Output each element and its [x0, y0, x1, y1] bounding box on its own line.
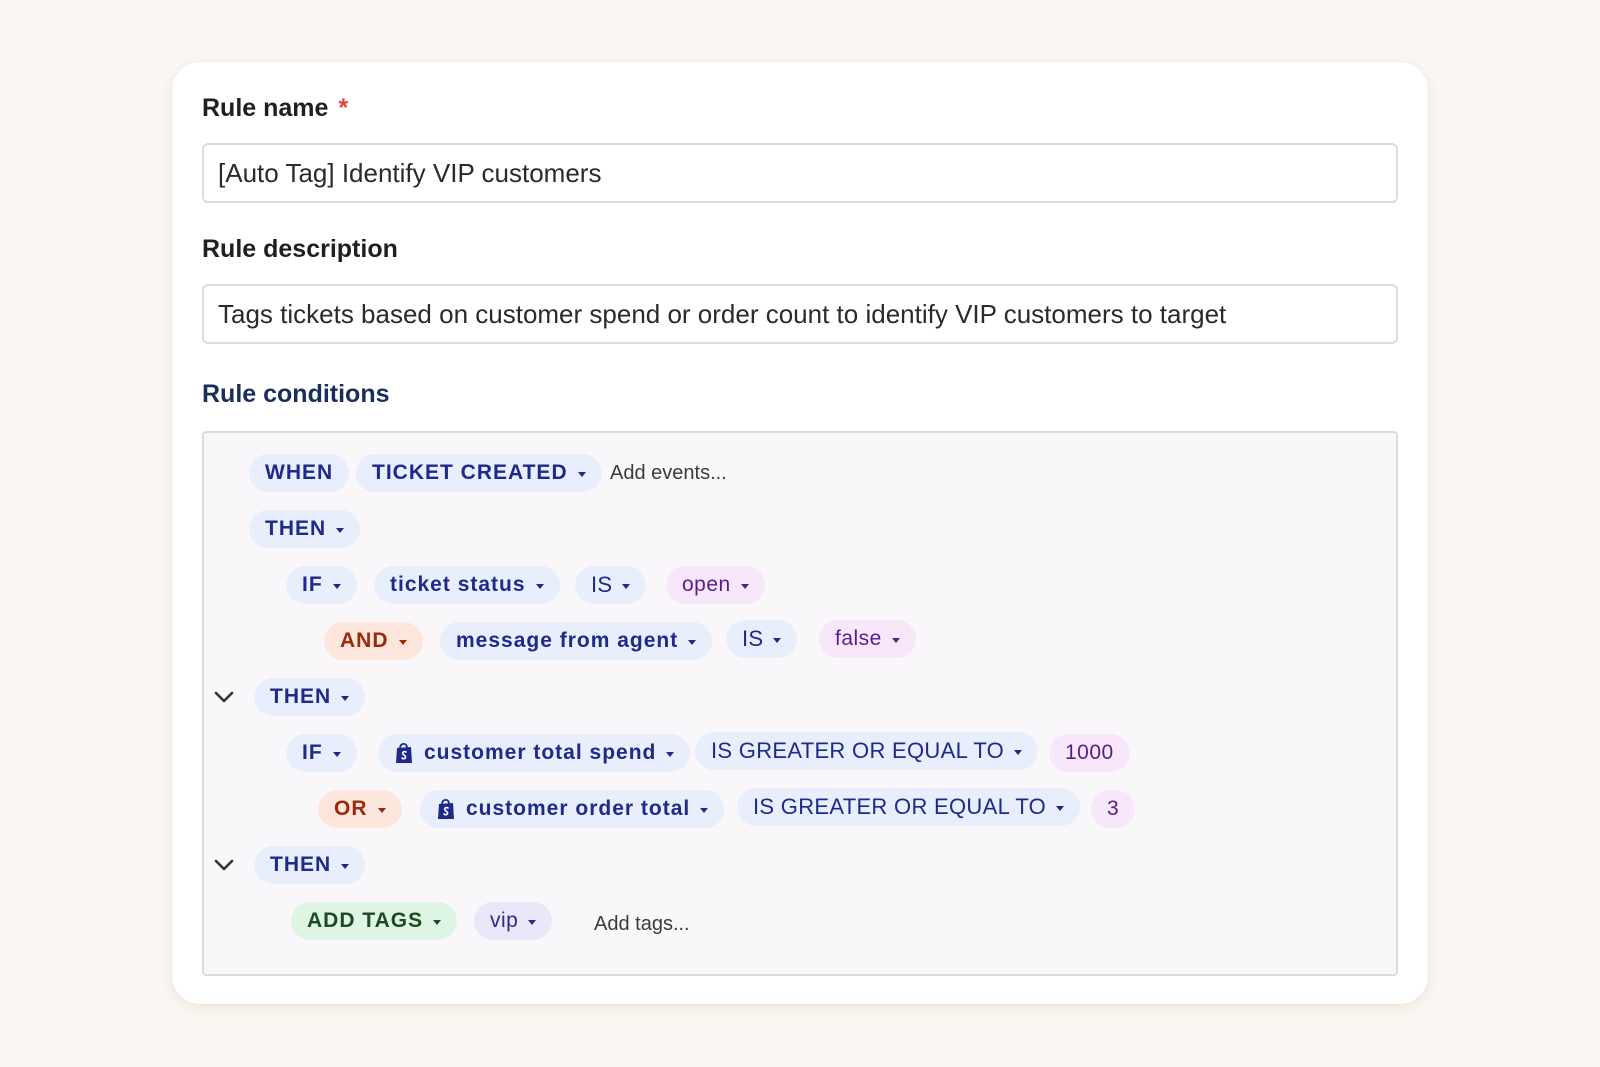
required-asterisk: * — [338, 94, 349, 122]
shopify-bag-icon — [438, 798, 454, 819]
value-label: open — [682, 573, 731, 596]
operator-label: IS GREATER OR EQUAL TO — [711, 738, 1005, 763]
value-dropdown-open[interactable]: open — [666, 566, 765, 604]
rule-description-input[interactable] — [202, 284, 1398, 344]
then-label: THEN — [270, 685, 332, 708]
then-dropdown-3[interactable]: THEN — [254, 846, 366, 884]
rule-editor-card: Rule name * Rule description Rule conditi… — [172, 62, 1428, 1004]
operator-dropdown-2[interactable]: IS — [726, 620, 798, 658]
caret-down-icon — [773, 637, 782, 643]
if-dropdown-2[interactable]: IF — [286, 734, 357, 772]
caret-down-icon — [341, 695, 350, 701]
caret-down-icon — [336, 527, 345, 533]
if-label: IF — [302, 741, 323, 764]
action-dropdown-add-tags[interactable]: ADD TAGS — [291, 902, 458, 940]
caret-down-icon — [688, 639, 697, 645]
or-dropdown[interactable]: OR — [318, 790, 402, 828]
caret-down-icon — [341, 863, 350, 869]
operator-label: IS — [742, 626, 764, 651]
value-label: false — [835, 627, 882, 650]
field-dropdown-customer-total-spend[interactable]: customer total spend — [378, 734, 691, 772]
caret-down-icon — [891, 637, 900, 643]
rule-name-input[interactable] — [202, 143, 1398, 203]
tag-chip-vip[interactable]: vip — [474, 902, 553, 940]
then-dropdown-2[interactable]: THEN — [254, 678, 366, 716]
caret-down-icon — [332, 583, 341, 589]
and-label: AND — [340, 629, 389, 652]
caret-down-icon — [535, 583, 544, 589]
value-label: 1000 — [1065, 741, 1114, 764]
caret-down-icon — [666, 751, 675, 757]
operator-dropdown-1[interactable]: IS — [575, 566, 647, 604]
operator-dropdown-4[interactable]: IS GREATER OR EQUAL TO — [737, 788, 1081, 826]
caret-down-icon — [1014, 749, 1023, 755]
shopify-bag-icon — [396, 742, 412, 763]
event-label: TICKET CREATED — [372, 461, 568, 484]
then-label: THEN — [270, 853, 332, 876]
operator-dropdown-3[interactable]: IS GREATER OR EQUAL TO — [695, 732, 1039, 770]
if-dropdown-1[interactable]: IF — [286, 566, 357, 604]
caret-down-icon — [528, 919, 537, 925]
rule-description-label: Rule description — [202, 235, 398, 263]
caret-down-icon — [577, 471, 586, 477]
field-label: message from agent — [456, 629, 679, 652]
field-label: customer total spend — [424, 741, 657, 764]
and-dropdown[interactable]: AND — [324, 622, 423, 660]
chevron-down-icon[interactable] — [212, 685, 236, 709]
value-chip-3[interactable]: 3 — [1091, 790, 1136, 828]
field-label: customer order total — [466, 797, 691, 820]
value-dropdown-false[interactable]: false — [819, 620, 916, 658]
tag-label: vip — [490, 909, 519, 932]
chevron-down-icon[interactable] — [212, 853, 236, 877]
add-tags-input[interactable]: Add tags... — [594, 913, 690, 936]
field-dropdown-customer-order-total[interactable]: customer order total — [420, 790, 725, 828]
field-label: ticket status — [390, 573, 526, 596]
or-label: OR — [334, 797, 368, 820]
caret-down-icon — [622, 583, 631, 589]
caret-down-icon — [398, 639, 407, 645]
then-dropdown-1[interactable]: THEN — [249, 510, 361, 548]
value-label: 3 — [1107, 797, 1120, 820]
event-dropdown[interactable]: TICKET CREATED — [356, 454, 602, 492]
caret-down-icon — [332, 751, 341, 757]
if-label: IF — [302, 573, 323, 596]
then-label: THEN — [265, 517, 327, 540]
rule-name-label-text: Rule name — [202, 94, 329, 122]
rule-conditions-label: Rule conditions — [202, 380, 390, 408]
operator-label: IS — [591, 572, 613, 597]
action-label: ADD TAGS — [307, 909, 424, 932]
operator-label: IS GREATER OR EQUAL TO — [753, 794, 1047, 819]
caret-down-icon — [377, 807, 386, 813]
rule-conditions-editor: WHEN TICKET CREATED Add events... THEN I… — [202, 431, 1398, 976]
add-events-input[interactable]: Add events... — [610, 462, 727, 485]
field-dropdown-ticket-status[interactable]: ticket status — [374, 566, 560, 604]
rule-name-label: Rule name * — [202, 94, 348, 123]
value-chip-1000[interactable]: 1000 — [1049, 734, 1130, 772]
field-dropdown-message-from-agent[interactable]: message from agent — [440, 622, 713, 660]
caret-down-icon — [433, 919, 442, 925]
when-keyword: WHEN — [249, 454, 350, 492]
caret-down-icon — [700, 807, 709, 813]
when-label: WHEN — [265, 461, 334, 484]
caret-down-icon — [1056, 805, 1065, 811]
caret-down-icon — [740, 583, 749, 589]
